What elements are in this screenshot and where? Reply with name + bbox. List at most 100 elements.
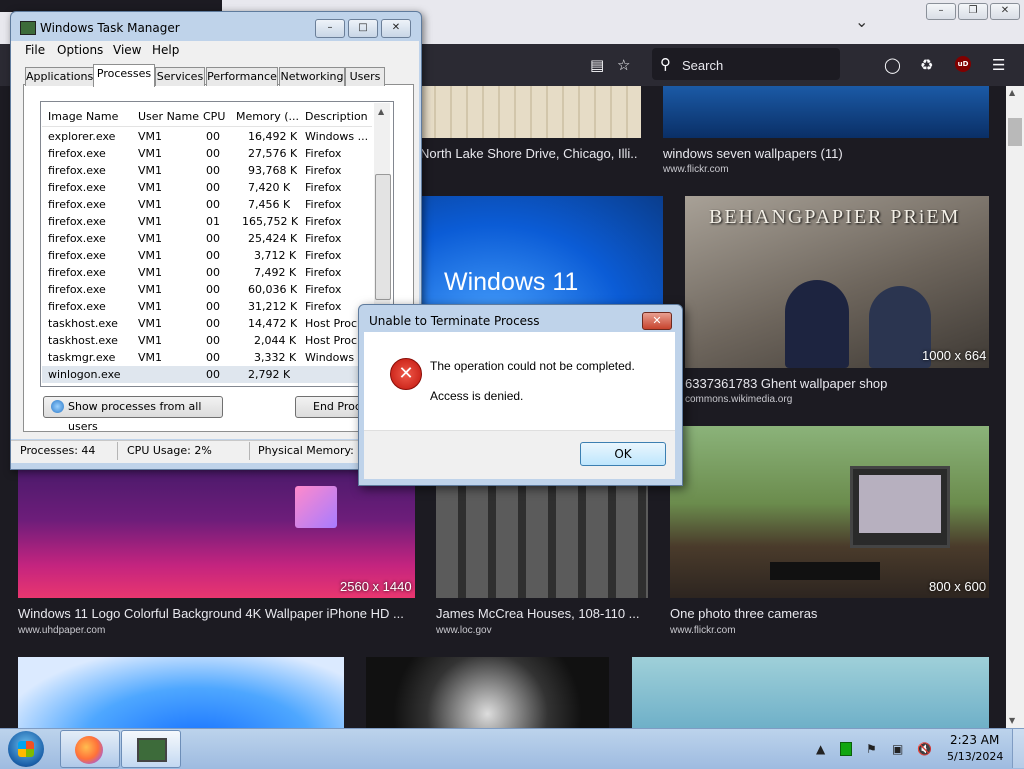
table-row[interactable]: firefox.exe VM1 00 7,420 K Firefox (42, 179, 374, 196)
hamburger-menu-icon[interactable]: ☰ (992, 55, 1005, 75)
bookmark-star-icon[interactable]: ☆ (617, 55, 630, 75)
network-icon[interactable]: ▣ (892, 742, 903, 756)
column-cpu[interactable]: CPU (203, 110, 225, 123)
table-row[interactable]: taskhost.exe VM1 00 2,044 K Host Proc... (42, 332, 374, 349)
start-button[interactable] (8, 731, 44, 767)
clock-date[interactable]: 5/13/2024 (947, 750, 1003, 763)
cell-image-name: taskhost.exe (48, 317, 118, 330)
result-image-bw-photo[interactable] (366, 657, 609, 728)
table-row[interactable]: firefox.exe VM1 00 7,456 K Firefox (42, 196, 374, 213)
table-row[interactable]: firefox.exe VM1 00 60,036 K Firefox (42, 281, 374, 298)
task-manager-tray-icon[interactable] (840, 742, 852, 756)
cell-memory: 7,456 K (248, 198, 291, 211)
result-title[interactable]: Windows 11 Logo Colorful Background 4K W… (18, 606, 410, 621)
cell-memory: 14,472 K (248, 317, 298, 330)
table-row[interactable]: firefox.exe VM1 00 3,712 K Firefox (42, 247, 374, 264)
result-title[interactable]: One photo three cameras (670, 606, 989, 621)
result-image-ghent-shop[interactable]: BEHANGPAPIER PRiEM (685, 196, 989, 368)
cell-description: Firefox (305, 232, 342, 245)
column-image-name[interactable]: Image Name (48, 110, 118, 123)
taskbar-firefox-button[interactable] (60, 730, 120, 768)
table-row[interactable]: firefox.exe VM1 00 27,576 K Firefox (42, 145, 374, 162)
pocket-icon[interactable]: ◯ (884, 55, 901, 75)
scroll-down-arrow-icon[interactable]: ▼ (1009, 716, 1015, 725)
result-source[interactable]: www.loc.gov (436, 625, 492, 636)
scroll-up-arrow-icon[interactable]: ▲ (1009, 88, 1015, 97)
tab-networking[interactable]: Networking (279, 67, 345, 86)
taskbar-task-manager-button[interactable] (121, 730, 181, 768)
minimize-button[interactable]: – (315, 19, 345, 38)
result-title[interactable]: windows seven wallpapers (11) (663, 146, 989, 161)
cell-cpu: 00 (206, 300, 220, 313)
column-description[interactable]: Description (305, 110, 368, 123)
cell-user: VM1 (138, 181, 163, 194)
result-image-win11-bloom[interactable] (18, 657, 344, 728)
tab-applications[interactable]: Applications (25, 67, 94, 86)
result-source[interactable]: www.flickr.com (670, 625, 736, 636)
show-all-processes-button[interactable]: Show processes from all users (43, 396, 223, 433)
cell-cpu: 00 (206, 164, 220, 177)
reader-view-icon[interactable]: ▤ (590, 55, 604, 75)
action-center-flag-icon[interactable]: ⚑ (866, 742, 877, 756)
task-manager-icon (20, 21, 36, 35)
firefox-minimize-button[interactable]: – (926, 3, 956, 20)
ok-button[interactable]: OK (580, 442, 666, 466)
firefox-close-button[interactable]: ✕ (990, 3, 1020, 20)
clock-time[interactable]: 2:23 AM (950, 733, 999, 747)
volume-muted-icon[interactable]: 🔇 (917, 742, 932, 756)
table-row-selected[interactable]: winlogon.exe 00 2,792 K (42, 366, 374, 383)
result-image-windows-seven[interactable] (663, 86, 989, 138)
ublock-origin-icon[interactable]: uD (955, 56, 971, 72)
tab-users[interactable]: Users (345, 67, 385, 86)
cell-user: VM1 (138, 351, 163, 364)
process-list-scroll-thumb[interactable] (375, 174, 391, 300)
table-row[interactable]: firefox.exe VM1 00 31,212 K Firefox (42, 298, 374, 315)
extensions-icon[interactable]: ♻ (920, 55, 933, 75)
result-image-windows11[interactable]: Windows 11 (420, 196, 663, 306)
table-row[interactable]: taskhost.exe VM1 00 14,472 K Host Proc... (42, 315, 374, 332)
firefox-restore-button[interactable]: ❐ (958, 3, 988, 20)
scroll-up-arrow-icon[interactable]: ▲ (378, 107, 384, 116)
shield-icon (51, 400, 64, 413)
table-row[interactable]: firefox.exe VM1 00 25,424 K Firefox (42, 230, 374, 247)
menu-view[interactable]: View (113, 43, 141, 57)
menu-help[interactable]: Help (152, 43, 179, 57)
table-row[interactable]: taskmgr.exe VM1 00 3,332 K Windows ... (42, 349, 374, 366)
search-input[interactable] (682, 56, 832, 74)
close-button[interactable]: ✕ (381, 19, 411, 38)
cell-user: VM1 (138, 198, 163, 211)
cell-memory: 16,492 K (248, 130, 298, 143)
table-row[interactable]: firefox.exe VM1 00 7,492 K Firefox (42, 264, 374, 281)
result-image-chicago[interactable] (420, 86, 641, 138)
show-hidden-icons-icon[interactable]: ▲ (816, 742, 825, 756)
list-all-tabs-icon[interactable]: ⌄ (855, 12, 868, 31)
menu-file[interactable]: File (25, 43, 45, 57)
maximize-button[interactable]: □ (348, 19, 378, 38)
page-scroll-thumb[interactable] (1008, 118, 1022, 146)
result-title[interactable]: 6337361783 Ghent wallpaper shop (685, 376, 989, 391)
tab-performance[interactable]: Performance (206, 67, 278, 86)
cell-image-name: firefox.exe (48, 232, 106, 245)
tab-processes[interactable]: Processes (93, 64, 155, 87)
table-row[interactable]: explorer.exe VM1 00 16,492 K Windows ... (42, 128, 374, 145)
result-source[interactable]: www.flickr.com (663, 164, 729, 175)
dialog-detail: Access is denied. (430, 389, 524, 403)
page-scrollbar[interactable] (1006, 86, 1024, 728)
tab-services[interactable]: Services (155, 67, 205, 86)
menu-options[interactable]: Options (57, 43, 103, 57)
result-source[interactable]: commons.wikimedia.org (685, 394, 792, 405)
result-image-three-cameras[interactable] (670, 426, 989, 598)
table-row[interactable]: firefox.exe VM1 00 93,768 K Firefox (42, 162, 374, 179)
table-row[interactable]: firefox.exe VM1 01 165,752 K Firefox (42, 213, 374, 230)
result-image-sky[interactable] (632, 657, 989, 728)
result-title[interactable]: North Lake Shore Drive, Chicago, Illi... (420, 146, 638, 161)
cell-image-name: firefox.exe (48, 249, 106, 262)
cell-memory: 3,332 K (254, 351, 297, 364)
show-desktop-button[interactable] (1012, 729, 1024, 768)
column-memory[interactable]: Memory (... (236, 110, 299, 123)
result-image-mccrea-houses[interactable] (436, 484, 648, 598)
result-title[interactable]: James McCrea Houses, 108-110 ... (436, 606, 648, 621)
result-source[interactable]: www.uhdpaper.com (18, 625, 105, 636)
column-user-name[interactable]: User Name (138, 110, 199, 123)
dialog-close-button[interactable]: ✕ (642, 312, 672, 330)
